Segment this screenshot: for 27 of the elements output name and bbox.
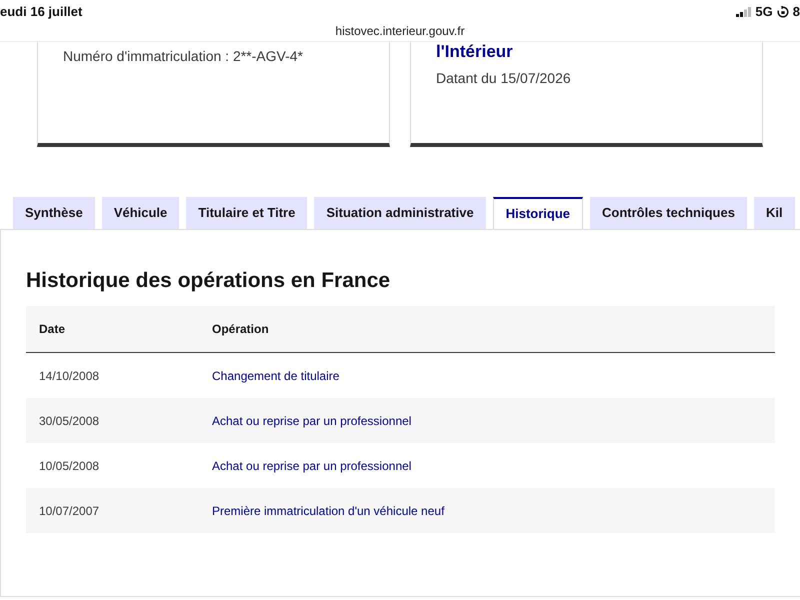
circular-arrow-icon bbox=[776, 6, 789, 18]
date-cell-text: 30/05/2008 bbox=[38, 412, 100, 430]
tab[interactable]: Véhicule bbox=[102, 197, 180, 229]
operation-link[interactable]: Changement de titulaire bbox=[212, 366, 340, 384]
status-date: eudi 16 juillet bbox=[0, 3, 82, 21]
date-cell-text: 14/10/2008 bbox=[38, 368, 100, 384]
address-bar-url[interactable]: histovec.interieur.gouv.fr bbox=[335, 22, 465, 40]
date-cell-text: 10/07/2007 bbox=[38, 502, 100, 520]
operation-link[interactable]: Achat ou reprise par un professionnel bbox=[212, 456, 412, 474]
tab[interactable]: Titulaire et Titre bbox=[186, 197, 308, 229]
battery-percentage: 8 bbox=[792, 3, 800, 21]
operation-link[interactable]: Première immatriculation d'un véhicule neuf bbox=[212, 502, 444, 520]
column-header: Opération bbox=[212, 321, 269, 338]
card-text: Datant du 15/07/2026 bbox=[436, 69, 572, 88]
card-text: Numéro d'immatriculation : 2**-AGV-4* bbox=[63, 47, 304, 66]
date-cell-text: 10/05/2008 bbox=[38, 458, 100, 474]
signal-icon bbox=[736, 7, 752, 17]
operation-link[interactable]: Achat ou reprise par un professionnel bbox=[212, 412, 412, 430]
section-heading: Historique des opérations en France bbox=[26, 268, 392, 294]
tab[interactable]: Contrôles techniques bbox=[590, 197, 747, 229]
network-label: 5G bbox=[755, 3, 773, 21]
tab[interactable]: Situation administrative bbox=[314, 197, 486, 229]
column-header: Date bbox=[38, 321, 66, 338]
tab[interactable]: Historique bbox=[492, 197, 584, 229]
tab[interactable]: Kil bbox=[754, 197, 795, 229]
card-title: l'Intérieur bbox=[436, 42, 514, 62]
tab[interactable]: Synthèse bbox=[13, 197, 95, 229]
